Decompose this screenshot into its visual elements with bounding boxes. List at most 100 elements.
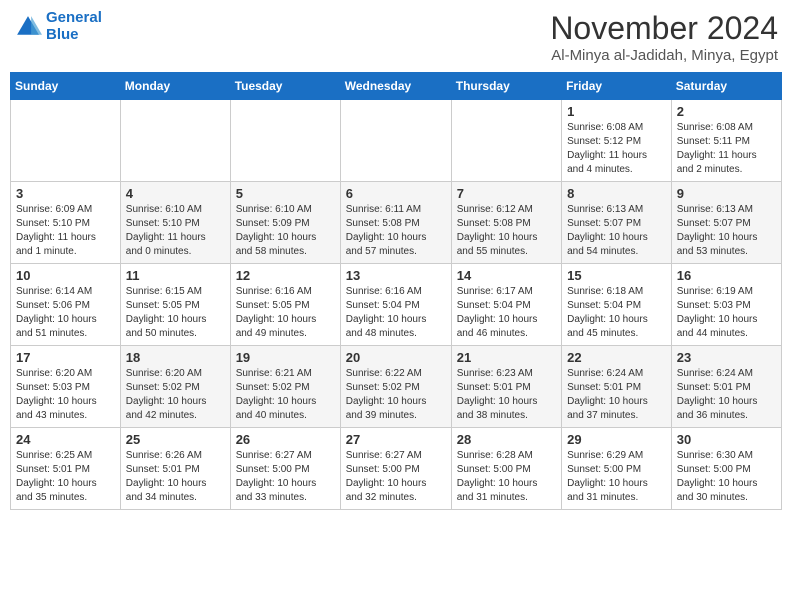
day-number: 6 xyxy=(346,186,446,201)
calendar-week-row: 17Sunrise: 6:20 AM Sunset: 5:03 PM Dayli… xyxy=(11,346,782,428)
day-number: 8 xyxy=(567,186,666,201)
day-number: 2 xyxy=(677,104,776,119)
day-number: 30 xyxy=(677,432,776,447)
day-info: Sunrise: 6:20 AM Sunset: 5:02 PM Dayligh… xyxy=(126,367,225,423)
calendar-cell: 19 Sunrise: 6:21 AM Sunset: 5:02 PM Dayli… xyxy=(230,346,340,428)
weekday-header-thursday: Thursday xyxy=(451,73,561,100)
day-info: Sunrise: 6:27 AM Sunset: 5:00 PM Dayligh… xyxy=(346,449,446,505)
day-number: 25 xyxy=(126,432,225,447)
day-info: Sunrise: 6:08 AM Sunset: 5:11 PM Dayligh… xyxy=(677,121,776,177)
day-info: Sunrise: 6:13 AM Sunset: 5:07 PM Dayligh… xyxy=(677,203,776,259)
day-number: 1 xyxy=(567,104,666,119)
day-info: Sunrise: 6:13 AM Sunset: 5:07 PM Dayligh… xyxy=(567,203,666,259)
month-title: November 2024 xyxy=(550,10,778,47)
calendar-cell: 1 Sunrise: 6:08 AM Sunset: 5:12 PM Daylig… xyxy=(562,100,672,182)
calendar-cell xyxy=(120,100,230,182)
calendar-table: SundayMondayTuesdayWednesdayThursdayFrid… xyxy=(10,72,782,510)
day-number: 12 xyxy=(236,268,335,283)
day-number: 18 xyxy=(126,350,225,365)
day-info: Sunrise: 6:10 AM Sunset: 5:09 PM Dayligh… xyxy=(236,203,335,259)
calendar-cell: 22 Sunrise: 6:24 AM Sunset: 5:01 PM Dayli… xyxy=(562,346,672,428)
day-info: Sunrise: 6:12 AM Sunset: 5:08 PM Dayligh… xyxy=(457,203,556,259)
day-number: 10 xyxy=(16,268,115,283)
weekday-header-friday: Friday xyxy=(562,73,672,100)
weekday-header-saturday: Saturday xyxy=(671,73,781,100)
day-info: Sunrise: 6:30 AM Sunset: 5:00 PM Dayligh… xyxy=(677,449,776,505)
calendar-cell: 5 Sunrise: 6:10 AM Sunset: 5:09 PM Daylig… xyxy=(230,182,340,264)
calendar-cell: 2 Sunrise: 6:08 AM Sunset: 5:11 PM Daylig… xyxy=(671,100,781,182)
day-info: Sunrise: 6:15 AM Sunset: 5:05 PM Dayligh… xyxy=(126,285,225,341)
weekday-header-monday: Monday xyxy=(120,73,230,100)
weekday-header-tuesday: Tuesday xyxy=(230,73,340,100)
calendar-cell xyxy=(11,100,121,182)
logo: General Blue xyxy=(14,10,102,43)
logo-line1: General xyxy=(46,10,102,27)
page-header: General Blue November 2024 Al-Minya al-J… xyxy=(10,10,782,64)
day-info: Sunrise: 6:20 AM Sunset: 5:03 PM Dayligh… xyxy=(16,367,115,423)
day-number: 9 xyxy=(677,186,776,201)
day-info: Sunrise: 6:16 AM Sunset: 5:05 PM Dayligh… xyxy=(236,285,335,341)
day-info: Sunrise: 6:24 AM Sunset: 5:01 PM Dayligh… xyxy=(677,367,776,423)
calendar-cell: 16 Sunrise: 6:19 AM Sunset: 5:03 PM Dayli… xyxy=(671,264,781,346)
calendar-cell xyxy=(340,100,451,182)
calendar-cell: 20 Sunrise: 6:22 AM Sunset: 5:02 PM Dayli… xyxy=(340,346,451,428)
day-number: 7 xyxy=(457,186,556,201)
calendar-cell: 10 Sunrise: 6:14 AM Sunset: 5:06 PM Dayli… xyxy=(11,264,121,346)
day-info: Sunrise: 6:22 AM Sunset: 5:02 PM Dayligh… xyxy=(346,367,446,423)
calendar-week-row: 24Sunrise: 6:25 AM Sunset: 5:01 PM Dayli… xyxy=(11,428,782,510)
calendar-week-row: 1 Sunrise: 6:08 AM Sunset: 5:12 PM Daylig… xyxy=(11,100,782,182)
day-number: 22 xyxy=(567,350,666,365)
calendar-cell xyxy=(230,100,340,182)
calendar-cell: 23Sunrise: 6:24 AM Sunset: 5:01 PM Dayli… xyxy=(671,346,781,428)
calendar-week-row: 10 Sunrise: 6:14 AM Sunset: 5:06 PM Dayli… xyxy=(11,264,782,346)
day-info: Sunrise: 6:23 AM Sunset: 5:01 PM Dayligh… xyxy=(457,367,556,423)
day-info: Sunrise: 6:11 AM Sunset: 5:08 PM Dayligh… xyxy=(346,203,446,259)
calendar-cell: 18 Sunrise: 6:20 AM Sunset: 5:02 PM Dayli… xyxy=(120,346,230,428)
day-number: 19 xyxy=(236,350,335,365)
calendar-cell: 9 Sunrise: 6:13 AM Sunset: 5:07 PM Daylig… xyxy=(671,182,781,264)
day-info: Sunrise: 6:09 AM Sunset: 5:10 PM Dayligh… xyxy=(16,203,115,259)
day-info: Sunrise: 6:29 AM Sunset: 5:00 PM Dayligh… xyxy=(567,449,666,505)
weekday-header-wednesday: Wednesday xyxy=(340,73,451,100)
calendar-cell: 8 Sunrise: 6:13 AM Sunset: 5:07 PM Daylig… xyxy=(562,182,672,264)
day-info: Sunrise: 6:21 AM Sunset: 5:02 PM Dayligh… xyxy=(236,367,335,423)
calendar-cell: 12 Sunrise: 6:16 AM Sunset: 5:05 PM Dayli… xyxy=(230,264,340,346)
day-number: 28 xyxy=(457,432,556,447)
calendar-cell: 3 Sunrise: 6:09 AM Sunset: 5:10 PM Daylig… xyxy=(11,182,121,264)
day-number: 3 xyxy=(16,186,115,201)
day-number: 20 xyxy=(346,350,446,365)
day-number: 13 xyxy=(346,268,446,283)
calendar-cell: 13 Sunrise: 6:16 AM Sunset: 5:04 PM Dayli… xyxy=(340,264,451,346)
day-info: Sunrise: 6:24 AM Sunset: 5:01 PM Dayligh… xyxy=(567,367,666,423)
day-number: 15 xyxy=(567,268,666,283)
day-info: Sunrise: 6:14 AM Sunset: 5:06 PM Dayligh… xyxy=(16,285,115,341)
calendar-cell xyxy=(451,100,561,182)
day-info: Sunrise: 6:10 AM Sunset: 5:10 PM Dayligh… xyxy=(126,203,225,259)
calendar-cell: 29Sunrise: 6:29 AM Sunset: 5:00 PM Dayli… xyxy=(562,428,672,510)
calendar-cell: 28 Sunrise: 6:28 AM Sunset: 5:00 PM Dayli… xyxy=(451,428,561,510)
calendar-cell: 30 Sunrise: 6:30 AM Sunset: 5:00 PM Dayli… xyxy=(671,428,781,510)
day-number: 4 xyxy=(126,186,225,201)
day-number: 5 xyxy=(236,186,335,201)
title-block: November 2024 Al-Minya al-Jadidah, Minya… xyxy=(550,10,778,64)
calendar-cell: 7 Sunrise: 6:12 AM Sunset: 5:08 PM Daylig… xyxy=(451,182,561,264)
calendar-cell: 17Sunrise: 6:20 AM Sunset: 5:03 PM Dayli… xyxy=(11,346,121,428)
calendar-cell: 11 Sunrise: 6:15 AM Sunset: 5:05 PM Dayli… xyxy=(120,264,230,346)
location-title: Al-Minya al-Jadidah, Minya, Egypt xyxy=(550,47,778,64)
day-info: Sunrise: 6:08 AM Sunset: 5:12 PM Dayligh… xyxy=(567,121,666,177)
day-number: 14 xyxy=(457,268,556,283)
calendar-cell: 27Sunrise: 6:27 AM Sunset: 5:00 PM Dayli… xyxy=(340,428,451,510)
weekday-header-row: SundayMondayTuesdayWednesdayThursdayFrid… xyxy=(11,73,782,100)
day-info: Sunrise: 6:25 AM Sunset: 5:01 PM Dayligh… xyxy=(16,449,115,505)
calendar-cell: 26Sunrise: 6:27 AM Sunset: 5:00 PM Dayli… xyxy=(230,428,340,510)
day-number: 21 xyxy=(457,350,556,365)
day-info: Sunrise: 6:28 AM Sunset: 5:00 PM Dayligh… xyxy=(457,449,556,505)
calendar-cell: 21 Sunrise: 6:23 AM Sunset: 5:01 PM Dayli… xyxy=(451,346,561,428)
day-info: Sunrise: 6:16 AM Sunset: 5:04 PM Dayligh… xyxy=(346,285,446,341)
weekday-header-sunday: Sunday xyxy=(11,73,121,100)
day-number: 11 xyxy=(126,268,225,283)
day-info: Sunrise: 6:19 AM Sunset: 5:03 PM Dayligh… xyxy=(677,285,776,341)
day-number: 16 xyxy=(677,268,776,283)
day-info: Sunrise: 6:27 AM Sunset: 5:00 PM Dayligh… xyxy=(236,449,335,505)
calendar-cell: 25Sunrise: 6:26 AM Sunset: 5:01 PM Dayli… xyxy=(120,428,230,510)
